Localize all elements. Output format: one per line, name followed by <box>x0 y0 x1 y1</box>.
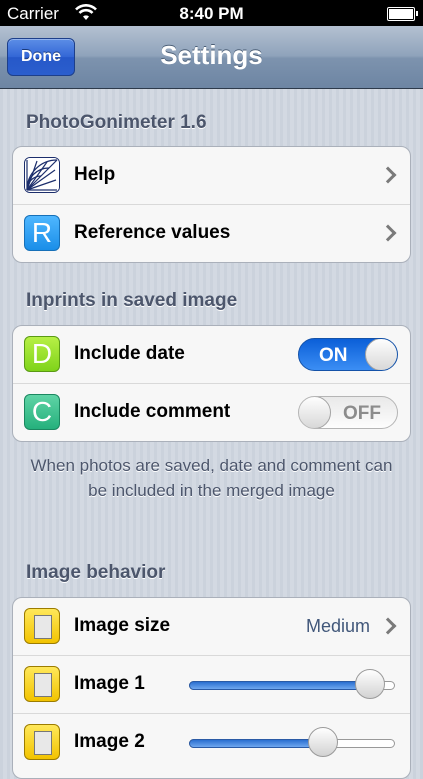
reference-values-label: Reference values <box>74 222 231 243</box>
group-app: Help R Reference values <box>12 146 411 263</box>
help-label: Help <box>74 164 116 185</box>
protractor-icon <box>24 157 60 193</box>
image-size-row[interactable]: Image size Medium <box>13 598 410 655</box>
slider-thumb[interactable] <box>355 669 386 699</box>
image-2-row: Image 2 <box>13 713 410 771</box>
image-size-value: Medium <box>305 616 370 636</box>
group-inprints: D Include date ON C Include comment OFF <box>12 325 411 442</box>
letter-c-icon: C <box>24 394 60 430</box>
page-title: Settings <box>160 40 263 70</box>
chevron-right-icon <box>379 166 397 184</box>
include-date-row: D Include date ON <box>13 326 410 383</box>
chevron-right-icon <box>379 617 397 635</box>
letter-d-icon: D <box>24 336 60 372</box>
letter-r-icon: R <box>24 215 60 251</box>
reference-values-row[interactable]: R Reference values <box>13 204 410 262</box>
section-header-app: PhotoGonimeter 1.6 <box>26 112 207 133</box>
image-icon <box>24 724 60 760</box>
image-size-label: Image size <box>74 615 171 636</box>
toggle-knob <box>299 397 331 428</box>
battery-icon <box>387 7 418 21</box>
image-2-slider[interactable] <box>189 727 395 757</box>
include-comment-toggle[interactable]: OFF <box>298 396 398 429</box>
help-row[interactable]: Help <box>13 147 410 204</box>
toggle-state-text: OFF <box>343 403 381 424</box>
section-header-image-behavior: Image behavior <box>26 562 166 583</box>
image-icon <box>24 666 60 702</box>
status-bar: Carrier 8:40 PM <box>0 0 423 26</box>
slider-thumb[interactable] <box>307 727 338 757</box>
image-1-row: Image 1 <box>13 655 410 713</box>
toggle-state-text: ON <box>319 345 348 366</box>
image-1-slider[interactable] <box>189 669 395 699</box>
include-date-toggle[interactable]: ON <box>298 338 398 371</box>
include-comment-label: Include comment <box>74 401 231 422</box>
clock: 8:40 PM <box>179 4 244 23</box>
chevron-right-icon <box>379 224 397 242</box>
section-header-inprints: Inprints in saved image <box>26 290 238 311</box>
navigation-bar: Done Settings <box>0 26 423 89</box>
inprints-footer-note: When photos are saved, date and comment … <box>30 456 393 500</box>
image-icon <box>24 608 60 644</box>
include-comment-row: C Include comment OFF <box>13 383 410 441</box>
toggle-knob <box>365 339 397 370</box>
image-1-label: Image 1 <box>74 673 145 694</box>
group-image-behavior: Image size Medium Image 1 Image 2 <box>12 597 411 779</box>
include-date-label: Include date <box>74 343 185 364</box>
